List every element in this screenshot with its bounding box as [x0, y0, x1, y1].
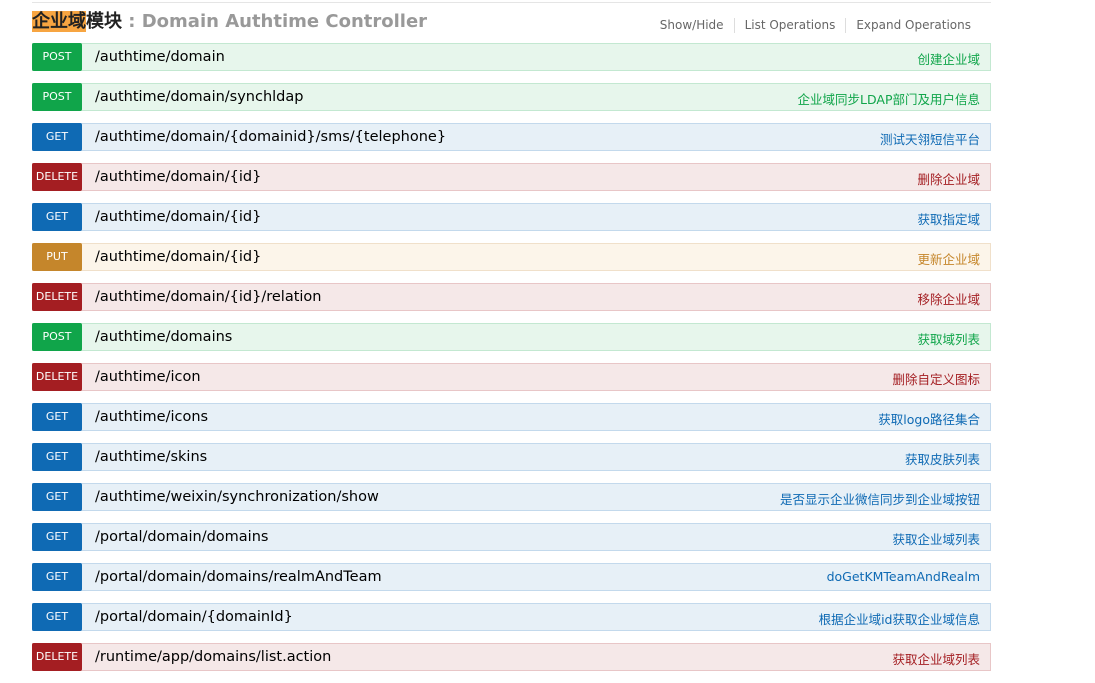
endpoint-row[interactable]: GET /authtime/domain/{id} 获取指定域	[32, 202, 991, 231]
endpoint-row[interactable]: GET /portal/domain/{domainId} 根据企业域id获取企…	[32, 602, 991, 631]
method-badge[interactable]: DELETE	[32, 162, 82, 191]
endpoint-row[interactable]: GET /authtime/domain/{domainid}/sms/{tel…	[32, 122, 991, 151]
method-badge[interactable]: POST	[32, 322, 82, 351]
method-badge[interactable]: GET	[32, 522, 82, 551]
endpoint-description[interactable]: 是否显示企业微信同步到企业域按钮	[780, 489, 980, 508]
method-badge[interactable]: DELETE	[32, 642, 82, 671]
endpoint-row[interactable]: DELETE /authtime/domain/{id}/relation 移除…	[32, 282, 991, 311]
endpoint-description[interactable]: 更新企业域	[917, 249, 980, 268]
endpoint-description[interactable]: 移除企业域	[917, 289, 980, 308]
endpoint-path[interactable]: /authtime/domain/synchldap	[95, 89, 303, 105]
method-badge[interactable]: GET	[32, 202, 82, 231]
endpoint-path[interactable]: /authtime/domain/{domainid}/sms/{telepho…	[95, 129, 446, 145]
endpoint-row[interactable]: POST /authtime/domain/synchldap 企业域同步LDA…	[32, 82, 991, 111]
method-badge[interactable]: GET	[32, 482, 82, 511]
method-badge[interactable]: PUT	[32, 242, 82, 271]
endpoint-row[interactable]: GET /authtime/skins 获取皮肤列表	[32, 442, 991, 471]
endpoint-path[interactable]: /authtime/icons	[95, 409, 208, 425]
endpoint-description[interactable]: 获取企业域列表	[892, 529, 980, 548]
title-cn-rest: 模块	[86, 11, 122, 32]
endpoint-row[interactable]: PUT /authtime/domain/{id} 更新企业域	[32, 242, 991, 271]
title-en: : Domain Authtime Controller	[122, 11, 428, 32]
endpoint-row[interactable]: GET /portal/domain/domains/realmAndTeam …	[32, 562, 991, 591]
endpoint-path[interactable]: /authtime/domain/{id}/relation	[95, 289, 322, 305]
method-badge[interactable]: DELETE	[32, 282, 82, 311]
endpoint-row[interactable]: GET /portal/domain/domains 获取企业域列表	[32, 522, 991, 551]
top-divider	[32, 2, 991, 3]
endpoint-path[interactable]: /portal/domain/{domainId}	[95, 609, 293, 625]
list-operations-link[interactable]: List Operations	[733, 18, 846, 33]
endpoint-description[interactable]: 删除自定义图标	[892, 369, 980, 388]
endpoint-description[interactable]: doGetKMTeamAndRealm	[827, 569, 980, 584]
endpoint-description[interactable]: 删除企业域	[917, 169, 980, 188]
endpoint-description[interactable]: 测试天翎短信平台	[880, 129, 980, 148]
endpoint-row[interactable]: DELETE /runtime/app/domains/list.action …	[32, 642, 991, 671]
endpoint-row[interactable]: DELETE /authtime/domain/{id} 删除企业域	[32, 162, 991, 191]
endpoint-row[interactable]: POST /authtime/domains 获取域列表	[32, 322, 991, 351]
method-badge[interactable]: GET	[32, 442, 82, 471]
endpoint-row[interactable]: GET /authtime/weixin/synchronization/sho…	[32, 482, 991, 511]
endpoint-description[interactable]: 根据企业域id获取企业域信息	[819, 609, 980, 628]
endpoint-list: POST /authtime/domain 创建企业域 POST /authti…	[32, 42, 991, 683]
endpoint-row[interactable]: DELETE /authtime/icon 删除自定义图标	[32, 362, 991, 391]
endpoint-path[interactable]: /authtime/domain/{id}	[95, 249, 261, 265]
endpoint-description[interactable]: 获取域列表	[917, 329, 980, 348]
show-hide-link[interactable]: Show/Hide	[650, 18, 734, 33]
method-badge[interactable]: GET	[32, 402, 82, 431]
endpoint-description[interactable]: 企业域同步LDAP部门及用户信息	[798, 89, 980, 108]
method-badge[interactable]: GET	[32, 602, 82, 631]
section-header: 企业域模块 : Domain Authtime Controller Show/…	[32, 10, 991, 38]
endpoint-path[interactable]: /authtime/icon	[95, 369, 201, 385]
endpoint-description[interactable]: 获取企业域列表	[892, 649, 980, 668]
title-highlight: 企业域	[32, 11, 86, 32]
method-badge[interactable]: GET	[32, 562, 82, 591]
endpoint-path[interactable]: /authtime/domain/{id}	[95, 169, 261, 185]
endpoint-path[interactable]: /portal/domain/domains/realmAndTeam	[95, 569, 382, 585]
endpoint-description[interactable]: 获取指定域	[917, 209, 980, 228]
section-title[interactable]: 企业域模块 : Domain Authtime Controller	[32, 10, 427, 34]
endpoint-path[interactable]: /authtime/skins	[95, 449, 207, 465]
operations-links: Show/Hide List Operations Expand Operati…	[650, 18, 981, 33]
method-badge[interactable]: GET	[32, 122, 82, 151]
endpoint-row[interactable]: POST /authtime/domain 创建企业域	[32, 42, 991, 71]
method-badge[interactable]: POST	[32, 82, 82, 111]
endpoint-row[interactable]: GET /authtime/icons 获取logo路径集合	[32, 402, 991, 431]
endpoint-description[interactable]: 获取logo路径集合	[878, 409, 980, 428]
endpoint-path[interactable]: /portal/domain/domains	[95, 529, 268, 545]
endpoint-path[interactable]: /runtime/app/domains/list.action	[95, 649, 331, 665]
expand-operations-link[interactable]: Expand Operations	[845, 18, 981, 33]
endpoint-path[interactable]: /authtime/domains	[95, 329, 232, 345]
endpoint-path[interactable]: /authtime/domain/{id}	[95, 209, 261, 225]
endpoint-description[interactable]: 创建企业域	[917, 49, 980, 68]
endpoint-path[interactable]: /authtime/domain	[95, 49, 225, 65]
method-badge[interactable]: DELETE	[32, 362, 82, 391]
endpoint-path[interactable]: /authtime/weixin/synchronization/show	[95, 489, 379, 505]
endpoint-description[interactable]: 获取皮肤列表	[905, 449, 980, 468]
method-badge[interactable]: POST	[32, 42, 82, 71]
